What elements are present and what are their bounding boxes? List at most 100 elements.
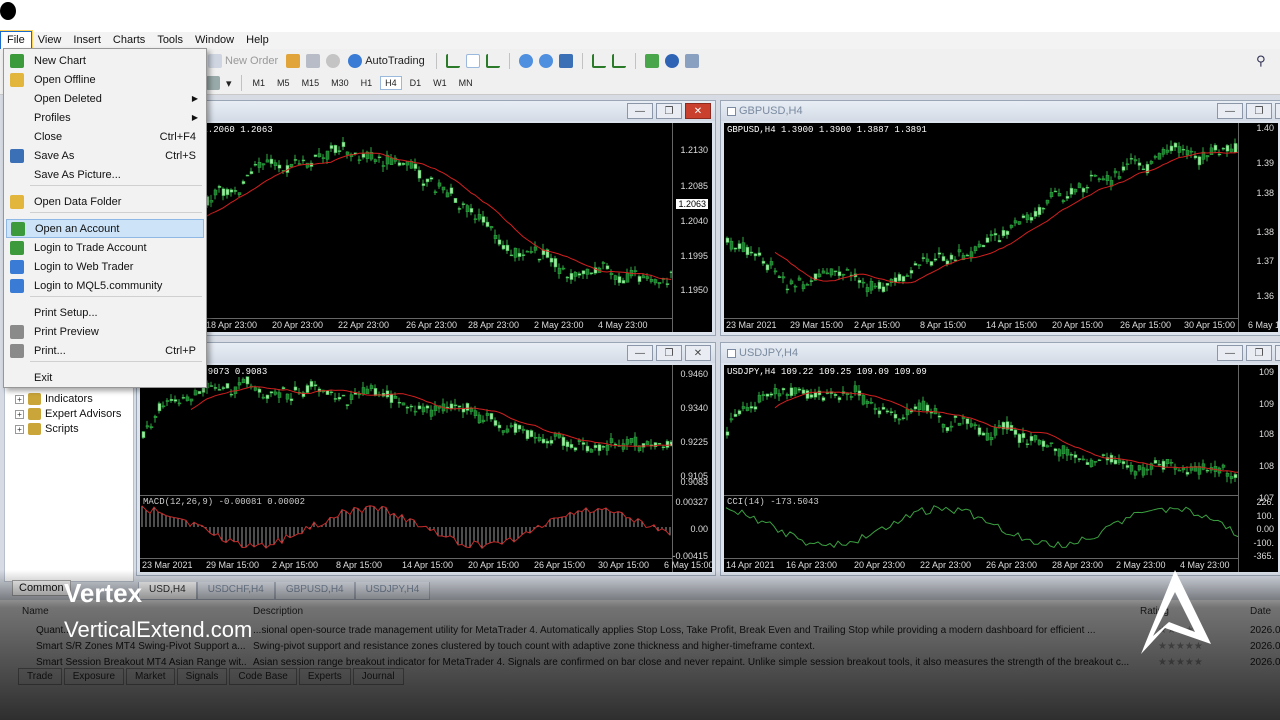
file-menu-item-print[interactable]: Print... Ctrl+P	[6, 341, 204, 360]
zoom-in-icon[interactable]	[518, 54, 533, 68]
templates-icon[interactable]	[684, 54, 699, 68]
tf-m1[interactable]: M1	[249, 77, 270, 89]
metaeditor-icon[interactable]	[286, 54, 301, 68]
close-button[interactable]: ✕	[685, 345, 711, 361]
tf-h4[interactable]: H4	[380, 76, 402, 90]
menu-window[interactable]: Window	[189, 32, 240, 49]
minimize-button[interactable]: —	[627, 345, 653, 361]
file-menu-item-save-as-picture[interactable]: Save As Picture...	[6, 165, 204, 184]
menu-tools[interactable]: Tools	[151, 32, 189, 49]
file-menu-item-new-chart[interactable]: New Chart	[6, 51, 204, 70]
menu-view[interactable]: View	[32, 32, 68, 49]
file-menu-item-print-setup[interactable]: Print Setup...	[6, 303, 204, 322]
file-menu-item-login-to-web-trader[interactable]: Login to Web Trader	[6, 257, 204, 276]
chart-tab[interactable]: USD,H4	[138, 582, 197, 600]
tf-m15[interactable]: M15	[298, 77, 324, 89]
chart-shift-icon[interactable]	[591, 54, 606, 68]
menu-insert[interactable]: Insert	[67, 32, 107, 49]
new-order-button[interactable]: New Order	[206, 52, 280, 70]
nav-item-indicators[interactable]: + Indicators	[15, 393, 93, 405]
minimize-button[interactable]: —	[627, 103, 653, 119]
restore-button[interactable]: ❐	[656, 103, 682, 119]
crosshair-icon[interactable]	[206, 76, 220, 90]
terminal-tab[interactable]: Experts	[298, 668, 351, 685]
file-menu-item-open-data-folder[interactable]: Open Data Folder	[6, 192, 204, 211]
terminal-tab[interactable]: Exposure	[63, 668, 125, 685]
candle-body	[973, 246, 978, 252]
candle-body	[509, 425, 514, 427]
candle-body	[425, 405, 430, 409]
search-icon[interactable]: ⚲	[1256, 53, 1270, 68]
minimize-button[interactable]: —	[1217, 345, 1243, 361]
zoom-out-icon[interactable]	[538, 54, 553, 68]
file-menu-item-open-an-account[interactable]: Open an Account	[6, 219, 204, 238]
candle-body	[809, 394, 814, 398]
candle-body	[1061, 445, 1066, 454]
file-menu-item-open-deleted[interactable]: Open Deleted ▶	[6, 89, 204, 108]
objects-dropdown[interactable]: ▾	[224, 74, 234, 92]
autoscroll-icon[interactable]	[611, 54, 626, 68]
tf-w1[interactable]: W1	[429, 77, 451, 89]
file-menu-item-login-to-trade-account[interactable]: Login to Trade Account	[6, 238, 204, 257]
column-name[interactable]: Name	[22, 606, 49, 617]
terminal-tab[interactable]: Signals	[176, 668, 228, 685]
file-menu-item-login-to-mql5-community[interactable]: Login to MQL5.community	[6, 276, 204, 295]
chart-tab[interactable]: USDJPY,H4	[354, 582, 431, 600]
candlestick-icon[interactable]	[465, 54, 480, 68]
restore-button[interactable]: ❐	[656, 345, 682, 361]
close-button[interactable]: ✕	[1275, 103, 1280, 119]
tile-windows-icon[interactable]	[558, 54, 573, 68]
file-menu-item-exit[interactable]: Exit	[6, 368, 204, 387]
community-icon[interactable]	[306, 54, 321, 68]
price-chart	[725, 138, 1242, 297]
candle-body	[1185, 149, 1190, 156]
chart-canvas[interactable]: GBPUSD,H4 1.3900 1.3900 1.3887 1.3891 1.…	[724, 123, 1278, 332]
expand-icon[interactable]: +	[15, 409, 24, 419]
close-button[interactable]: ✕	[685, 103, 711, 119]
nav-item-expert-advisors[interactable]: + Expert Advisors	[15, 408, 121, 420]
signals-icon[interactable]	[326, 54, 341, 68]
tf-mn[interactable]: MN	[455, 77, 477, 89]
nav-item-scripts[interactable]: + Scripts	[15, 423, 79, 435]
chart-tab[interactable]: USDCHF,H4	[196, 582, 275, 600]
tf-h1[interactable]: H1	[357, 77, 377, 89]
terminal-tab[interactable]: Code Base	[229, 668, 297, 685]
tf-d1[interactable]: D1	[406, 77, 426, 89]
autotrading-button[interactable]: AutoTrading	[346, 52, 427, 70]
terminal-tab[interactable]: Trade	[18, 668, 62, 685]
minimize-button[interactable]: —	[1217, 103, 1243, 119]
candle-body	[233, 190, 238, 192]
indicators-icon[interactable]	[644, 54, 659, 68]
file-menu-item-profiles[interactable]: Profiles ▶	[6, 108, 204, 127]
terminal-tab[interactable]: Market	[126, 668, 175, 685]
column-date[interactable]: Date	[1250, 606, 1271, 617]
close-button[interactable]: ✕	[1275, 345, 1280, 361]
column-description[interactable]: Description	[253, 606, 303, 617]
file-menu-item-save-as[interactable]: Save As Ctrl+S	[6, 146, 204, 165]
tf-m30[interactable]: M30	[327, 77, 353, 89]
restore-button[interactable]: ❐	[1246, 103, 1272, 119]
time-tick: 20 Apr 23:00	[272, 320, 324, 330]
restore-button[interactable]: ❐	[1246, 345, 1272, 361]
menu-help[interactable]: Help	[240, 32, 275, 49]
file-menu-item-close[interactable]: Close Ctrl+F4	[6, 127, 204, 146]
file-menu-item-print-preview[interactable]: Print Preview	[6, 322, 204, 341]
expand-icon[interactable]: +	[15, 424, 24, 434]
menu-charts[interactable]: Charts	[107, 32, 151, 49]
terminal-tab[interactable]: Journal	[352, 668, 404, 685]
tf-m5[interactable]: M5	[273, 77, 294, 89]
chart-canvas[interactable]: 76 0.9087 0.9073 0.9083 MACD(12,26,9) -0…	[140, 365, 712, 572]
chart-canvas[interactable]: 065 1.2071 1.2060 1.2063 1.2130 1.2085 1.2…	[140, 123, 712, 332]
file-menu-item-open-offline[interactable]: Open Offline	[6, 70, 204, 89]
chart-canvas[interactable]: USDJPY,H4 109.22 109.25 109.09 109.09 CC…	[724, 365, 1278, 572]
time-tick: 16 Apr 23:00	[786, 560, 838, 570]
periods-icon[interactable]	[664, 54, 679, 68]
candle-body	[257, 388, 262, 393]
navigator-tab-common[interactable]: Common	[12, 580, 71, 596]
line-chart-icon[interactable]	[485, 54, 500, 68]
indicator-tick: 100.	[1256, 510, 1274, 521]
bar-chart-icon[interactable]	[445, 54, 460, 68]
candle-body	[817, 390, 822, 396]
expand-icon[interactable]: +	[15, 394, 24, 404]
chart-tab[interactable]: GBPUSD,H4	[274, 582, 355, 600]
